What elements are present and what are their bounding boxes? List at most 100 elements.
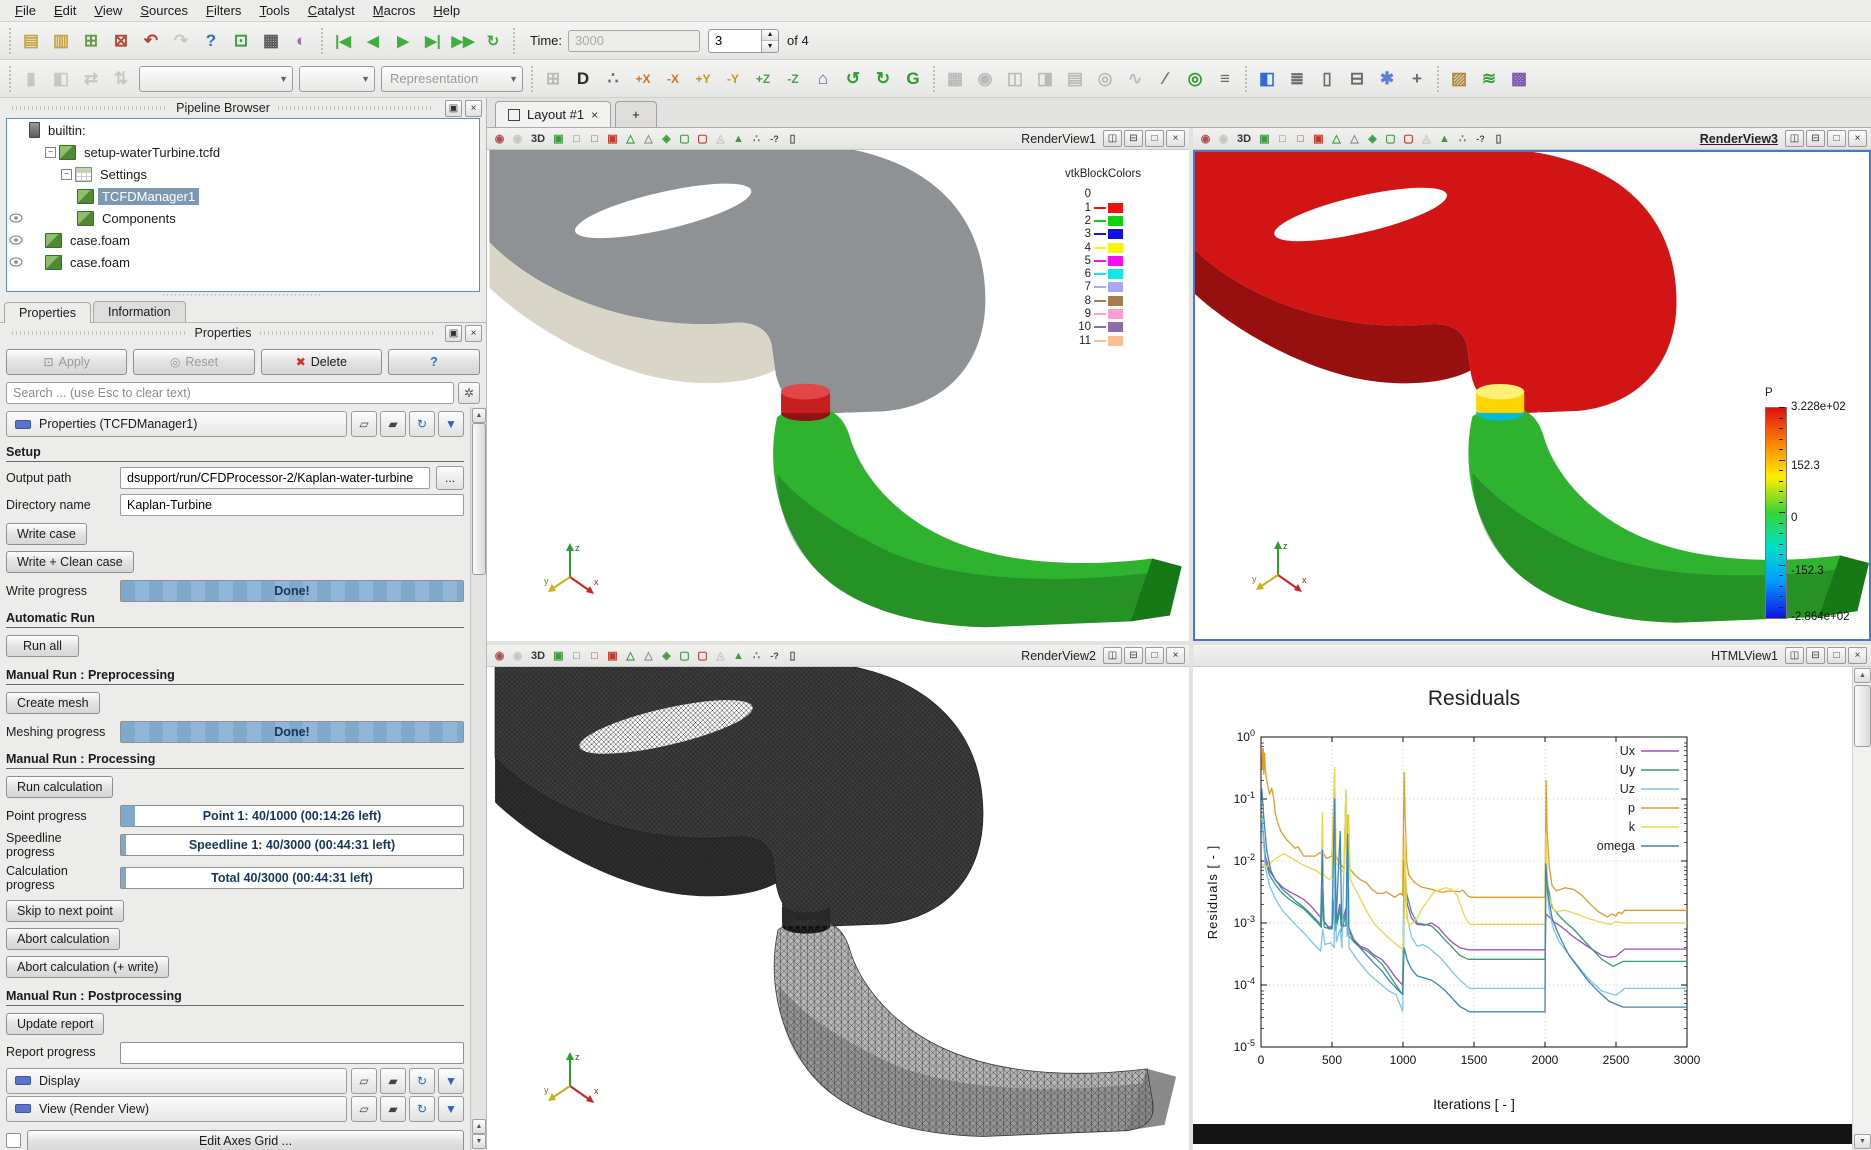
previous-frame-icon[interactable]: ◀ xyxy=(359,27,387,55)
tcfd-run-icon[interactable]: ▩ xyxy=(1505,65,1533,93)
interaction-mode-label[interactable]: 3D xyxy=(527,647,549,664)
tree-expander-icon[interactable]: − xyxy=(45,147,56,158)
toolbar-grip[interactable] xyxy=(7,66,13,92)
snowflake-icon[interactable]: ✱ xyxy=(1373,65,1401,93)
save-defaults-icon[interactable]: ▼ xyxy=(438,1068,464,1094)
tcfd-mesh-icon[interactable]: ▨ xyxy=(1445,65,1473,93)
last-frame-icon[interactable]: ▶▶ xyxy=(449,27,477,55)
save-screenshot-icon[interactable]: ▦ xyxy=(257,27,285,55)
interactive-select-cells-icon[interactable]: ▢ xyxy=(676,130,693,147)
reset-camera-icon[interactable]: ▣ xyxy=(550,647,567,664)
menu-help[interactable]: Help xyxy=(424,1,469,20)
auto-apply-icon[interactable]: ⊡ xyxy=(227,27,255,55)
scrollbar-thumb[interactable] xyxy=(472,423,486,575)
save-defaults-icon[interactable]: ▼ xyxy=(438,411,464,437)
refresh-icon[interactable]: ↻ xyxy=(409,1068,435,1094)
open-file-icon[interactable]: ▤ xyxy=(17,27,45,55)
rotate-cw-icon[interactable]: ↻ xyxy=(869,65,897,93)
axes-grid-checkbox[interactable] xyxy=(6,1133,21,1148)
separate-colors-icon[interactable]: ⊟ xyxy=(1343,65,1371,93)
hover-cells-icon[interactable]: ◬ xyxy=(712,647,729,664)
toolbar-grip[interactable] xyxy=(931,66,937,92)
toolbar-grip[interactable] xyxy=(319,28,325,54)
edit-axes-grid-button[interactable]: Edit Axes Grid ... xyxy=(27,1130,464,1150)
frame-up-button[interactable]: ▲ xyxy=(762,30,778,42)
toolbar-grip[interactable] xyxy=(511,28,517,54)
favorites-icon[interactable]: ⇄ xyxy=(77,65,105,93)
close-view-button[interactable]: × xyxy=(1848,130,1867,147)
browse-button[interactable]: ... xyxy=(436,466,464,490)
interactive-select-points-icon[interactable]: ▢ xyxy=(694,647,711,664)
skip-to-next-point-button[interactable]: Skip to next point xyxy=(6,900,124,922)
help-icon[interactable]: ? xyxy=(197,27,225,55)
axis-minus-z-icon[interactable]: -Z xyxy=(779,65,807,93)
link-camera-icon[interactable]: ◉ xyxy=(1215,130,1232,147)
update-report-button[interactable]: Update report xyxy=(6,1013,104,1035)
color-palette-icon[interactable]: ◐ xyxy=(287,27,315,55)
tree-expander-icon[interactable]: − xyxy=(61,169,72,180)
copy-icon[interactable]: ▱ xyxy=(351,1096,377,1122)
view-group-toggle[interactable]: View (Render View) xyxy=(6,1096,347,1122)
display-group-toggle[interactable]: Display xyxy=(6,1068,347,1094)
pipeline-item-components[interactable]: Components xyxy=(7,207,479,229)
shrink-selection-icon[interactable]: ∴ xyxy=(1454,130,1471,147)
directory-name-input[interactable] xyxy=(120,494,464,516)
delete-state-icon[interactable]: ⊠ xyxy=(107,27,135,55)
scroll-up-icon[interactable]: ▲ xyxy=(472,1119,486,1134)
layout-tab[interactable]: Layout #1 × xyxy=(495,101,611,127)
scroll-up-icon[interactable]: ▲ xyxy=(472,408,486,423)
select-block-icon[interactable]: ◈ xyxy=(658,647,675,664)
toolbar-grip[interactable] xyxy=(529,66,535,92)
split-vertical-button[interactable]: ⊟ xyxy=(1124,130,1143,147)
visibility-eye-icon[interactable] xyxy=(7,213,25,223)
interaction-mode-label[interactable]: 3D xyxy=(1233,130,1255,147)
split-vertical-button[interactable]: ⊟ xyxy=(1806,647,1825,664)
interactive-select-cells-icon[interactable]: ▢ xyxy=(676,647,693,664)
close-dock-button[interactable]: × xyxy=(465,100,482,117)
delete-button[interactable]: ✖Delete xyxy=(261,349,382,375)
frame-input[interactable] xyxy=(708,29,761,53)
select-points-rect-icon[interactable]: □ xyxy=(1292,130,1309,147)
dock-handle[interactable] xyxy=(12,331,187,335)
output-path-input[interactable] xyxy=(120,467,430,489)
split-horizontal-button[interactable]: ◫ xyxy=(1785,130,1804,147)
maximize-view-button[interactable]: □ xyxy=(1827,130,1846,147)
selection-help-icon[interactable]: -? xyxy=(1472,130,1489,147)
select-cells-rect-icon[interactable]: □ xyxy=(568,647,585,664)
run-calculation-button[interactable]: Run calculation xyxy=(6,776,113,798)
clip-icon[interactable]: ◫ xyxy=(1001,65,1029,93)
play-icon[interactable]: ▶ xyxy=(389,27,417,55)
paste-icon[interactable]: ▰ xyxy=(380,1096,406,1122)
loop-icon[interactable]: ↻ xyxy=(479,27,507,55)
hover-cells-icon[interactable]: ◬ xyxy=(712,130,729,147)
select-cells-polygon-icon[interactable]: △ xyxy=(1328,130,1345,147)
properties-group-toggle[interactable]: Properties (TCFDManager1) xyxy=(6,411,347,437)
write-clean-case-button[interactable]: Write + Clean case xyxy=(6,551,134,573)
axis-plus-z-icon[interactable]: +Z xyxy=(749,65,777,93)
component-combo[interactable]: ▼ xyxy=(299,66,375,92)
html-view-viewport[interactable]: 05001000150020002500300010010-110-210-31… xyxy=(1193,667,1871,1150)
select-points-polygon-icon[interactable]: △ xyxy=(640,130,657,147)
adjust-camera-icon[interactable]: ◉ xyxy=(491,130,508,147)
visibility-eye-icon[interactable] xyxy=(7,235,25,245)
hover-cells-icon[interactable]: ◬ xyxy=(1418,130,1435,147)
pipeline-item-tcfdmanager1[interactable]: TCFDManager1 xyxy=(7,185,479,207)
select-points-rect-icon[interactable]: □ xyxy=(586,130,603,147)
write-case-button[interactable]: Write case xyxy=(6,523,87,545)
shrink-selection-icon[interactable]: ∴ xyxy=(748,647,765,664)
split-horizontal-button[interactable]: ◫ xyxy=(1103,647,1122,664)
properties-scrollbar[interactable]: ▲ ▲ ▼ xyxy=(470,407,486,1150)
shrink-selection-icon[interactable]: ∴ xyxy=(748,130,765,147)
close-dock-button[interactable]: × xyxy=(465,325,482,342)
slice-icon[interactable]: ◨ xyxy=(1031,65,1059,93)
split-horizontal-button[interactable]: ◫ xyxy=(1103,130,1122,147)
scrollbar-thumb[interactable] xyxy=(1854,685,1871,747)
clear-selection-icon[interactable]: ▯ xyxy=(784,130,801,147)
run-all-button[interactable]: Run all xyxy=(6,635,79,657)
menu-file[interactable]: File xyxy=(6,1,45,20)
paste-icon[interactable]: ▰ xyxy=(380,1068,406,1094)
reset-button[interactable]: ◎Reset xyxy=(133,349,254,375)
interaction-mode-label[interactable]: 3D xyxy=(527,130,549,147)
menu-sources[interactable]: Sources xyxy=(131,1,197,20)
split-vertical-button[interactable]: ⊟ xyxy=(1124,647,1143,664)
